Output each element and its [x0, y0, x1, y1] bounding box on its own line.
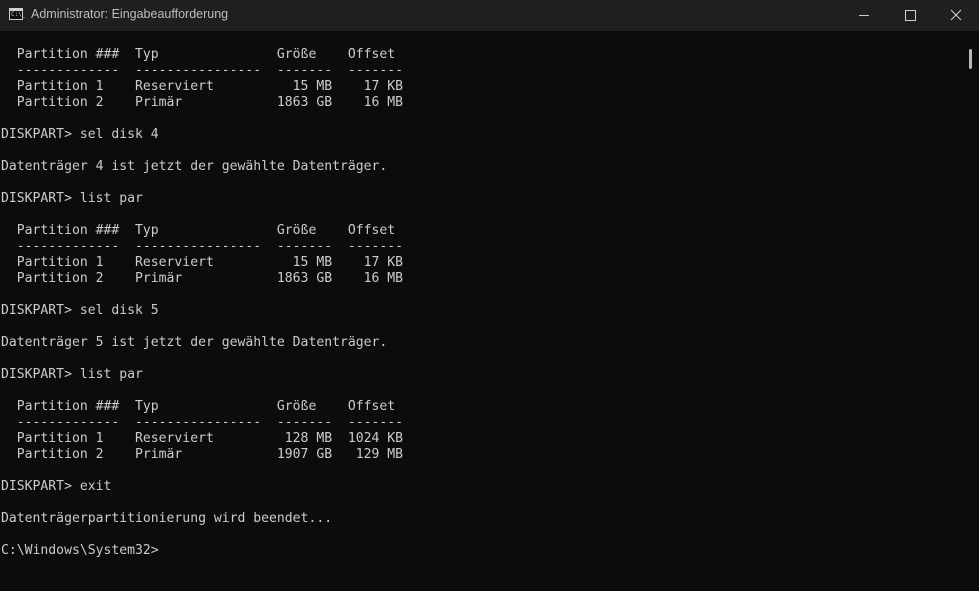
window-title: Administrator: Eingabeaufforderung [31, 7, 229, 21]
maximize-icon [905, 10, 916, 21]
vertical-scrollbar[interactable] [962, 31, 979, 591]
console-line: Partition 1 Reserviert 128 MB 1024 KB [1, 431, 404, 446]
console-line: DISKPART> sel disk 5 [1, 303, 159, 318]
console-line: Partition 2 Primär 1863 GB 16 MB [1, 271, 404, 286]
console-line: DISKPART> exit [1, 479, 112, 494]
close-icon [950, 9, 962, 21]
console-line: ------------- ---------------- ------- -… [1, 415, 404, 430]
console-line: DISKPART> sel disk 4 [1, 127, 159, 142]
scrollbar-thumb[interactable] [969, 49, 972, 69]
console-line: ------------- ---------------- ------- -… [1, 239, 404, 254]
console-lines: Partition ### Typ Größe Offset ---------… [1, 47, 403, 559]
console-line: Partition 2 Primär 1863 GB 16 MB [1, 95, 404, 110]
console-line: DISKPART> list par [1, 367, 143, 382]
console-line: DISKPART> list par [1, 191, 143, 206]
console-line: Partition 1 Reserviert 15 MB 17 KB [1, 79, 404, 94]
console-line: Partition ### Typ Größe Offset [1, 223, 396, 238]
console-line: Partition 1 Reserviert 15 MB 17 KB [1, 255, 404, 270]
console-line: C:\Windows\System32> [1, 543, 159, 558]
console-output-area[interactable]: Partition ### Typ Größe Offset ---------… [0, 31, 962, 591]
minimize-icon [859, 15, 869, 16]
console-line: Datenträgerpartitionierung wird beendet.… [1, 511, 333, 526]
console-line: ------------- ---------------- ------- -… [1, 63, 404, 78]
title-bar[interactable]: C:\_ Administrator: Eingabeaufforderung [0, 0, 979, 31]
console-line: Partition 2 Primär 1907 GB 129 MB [1, 447, 404, 462]
console-line: Partition ### Typ Größe Offset [1, 47, 396, 62]
cmd-icon[interactable]: C:\_ [9, 8, 26, 20]
close-button[interactable] [933, 0, 979, 31]
console-line: Datenträger 4 ist jetzt der gewählte Dat… [1, 159, 388, 174]
command-prompt-window: C:\_ Administrator: Eingabeaufforderung … [0, 0, 979, 591]
cmd-icon-glyph: C:\_ [11, 11, 26, 18]
console-line: Partition ### Typ Größe Offset [1, 399, 396, 414]
maximize-button[interactable] [887, 0, 933, 31]
minimize-button[interactable] [841, 0, 887, 31]
console-line: Datenträger 5 ist jetzt der gewählte Dat… [1, 335, 388, 350]
